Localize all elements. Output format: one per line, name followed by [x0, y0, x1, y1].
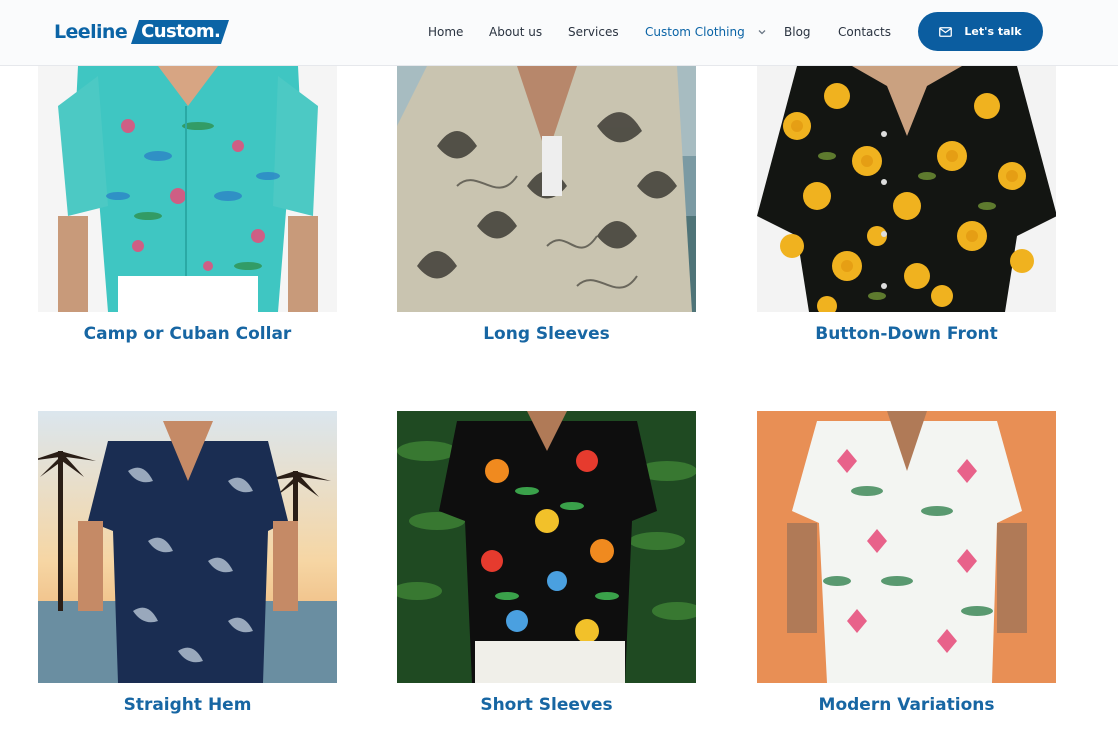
nav-services[interactable]: Services — [568, 24, 619, 40]
product-caption[interactable]: Camp or Cuban Collar — [38, 323, 337, 345]
site-header: Leeline Custom. Home About us Services C… — [0, 0, 1118, 66]
mail-icon — [939, 26, 953, 37]
nav-about-us[interactable]: About us — [489, 24, 542, 40]
nav-custom-clothing-label: Custom Clothing — [645, 25, 745, 39]
nav-custom-clothing[interactable]: Custom Clothing — [645, 24, 767, 40]
product-caption[interactable]: Straight Hem — [38, 694, 337, 716]
product-image-white-floral-shirt[interactable] — [757, 411, 1056, 683]
product-image-navy-shirt[interactable] — [38, 411, 337, 683]
chevron-down-icon — [758, 30, 766, 35]
product-image-beige-shirt[interactable] — [397, 66, 696, 312]
nav-home[interactable]: Home — [428, 24, 463, 40]
nav-blog[interactable]: Blog — [784, 24, 811, 40]
product-caption[interactable]: Modern Variations — [757, 694, 1056, 716]
lets-talk-label: Let's talk — [964, 25, 1022, 38]
product-image-yellow-rose-shirt[interactable] — [757, 66, 1056, 312]
nav-contacts[interactable]: Contacts — [838, 24, 891, 40]
product-image-teal-shirt[interactable] — [38, 66, 337, 312]
product-caption[interactable]: Long Sleeves — [397, 323, 696, 345]
product-caption[interactable]: Short Sleeves — [397, 694, 696, 716]
product-caption[interactable]: Button-Down Front — [757, 323, 1056, 345]
lets-talk-button[interactable]: Let's talk — [918, 12, 1043, 51]
product-image-black-tropical-shirt[interactable] — [397, 411, 696, 683]
